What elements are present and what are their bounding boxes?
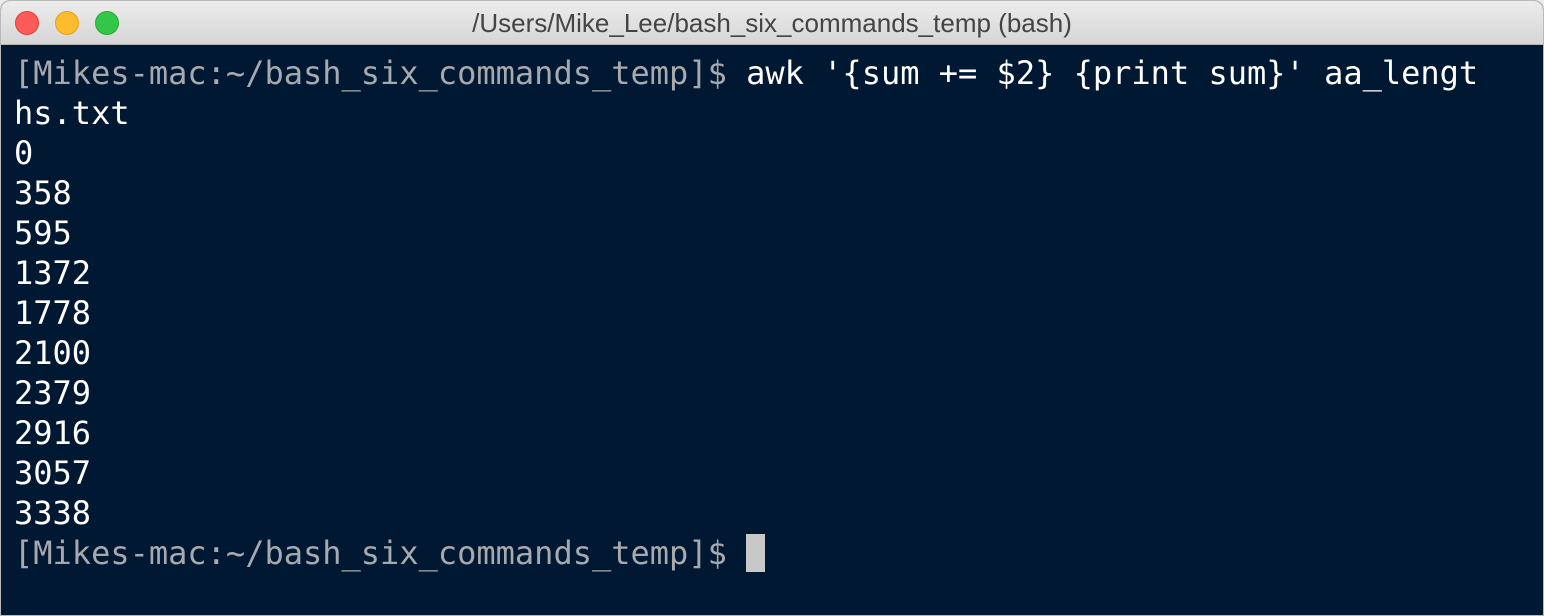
command-text-wrapped: hs.txt	[14, 94, 130, 132]
window-title: /Users/Mike_Lee/bash_six_commands_temp (…	[472, 8, 1072, 38]
terminal-window: /Users/Mike_Lee/bash_six_commands_temp (…	[0, 0, 1544, 616]
output-line: 2916	[14, 414, 92, 452]
output-line: 2100	[14, 334, 92, 372]
text-cursor	[746, 534, 766, 572]
command-text: awk '{sum += $2} {print sum}' aa_lengt	[726, 54, 1479, 92]
current-prompt-line[interactable]: [Mikes-mac:~/bash_six_commands_temp]$	[14, 533, 1543, 573]
output-line: 1778	[14, 294, 92, 332]
output-line: 358	[14, 174, 72, 212]
output-line: 3057	[14, 454, 92, 492]
output-line: 2379	[14, 374, 92, 412]
shell-prompt: [Mikes-mac:~/bash_six_commands_temp]$	[14, 54, 727, 92]
output-line: 3338	[14, 494, 92, 532]
output-line: 595	[14, 214, 72, 252]
output-line: 1372	[14, 254, 92, 292]
output-line: 0	[14, 134, 34, 172]
command-line-wrap: hs.txt	[14, 93, 1543, 133]
title-bar[interactable]: /Users/Mike_Lee/bash_six_commands_temp (…	[1, 1, 1543, 45]
command-output: 0 358 595 1372 1778 2100 2379 2916 3057 3338	[14, 133, 1543, 533]
terminal-content[interactable]: [Mikes-mac:~/bash_six_commands_temp]$ aw…	[1, 45, 1543, 615]
shell-prompt-current: [Mikes-mac:~/bash_six_commands_temp]$	[14, 534, 727, 572]
command-line: [Mikes-mac:~/bash_six_commands_temp]$ aw…	[14, 53, 1543, 93]
